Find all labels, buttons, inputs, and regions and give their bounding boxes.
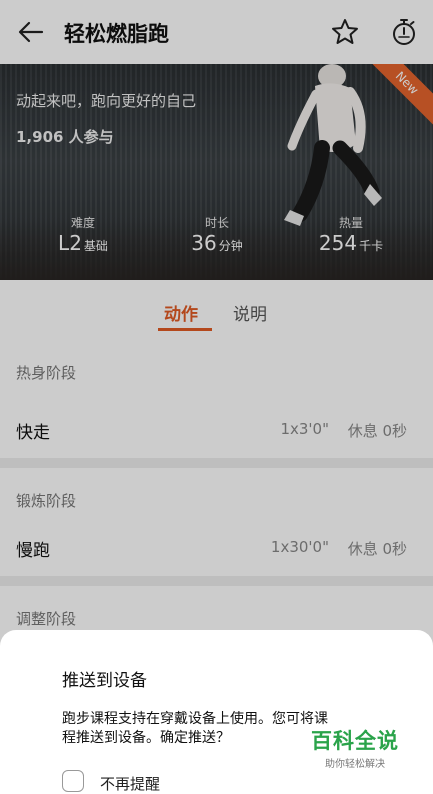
dialog-title: 推送到设备	[62, 671, 147, 691]
watermark-title: 百科全说	[311, 729, 399, 753]
dont-remind-label[interactable]: 不再提醒	[100, 773, 160, 794]
watermark-logo: 百科全说 助你轻松解决	[300, 725, 410, 770]
push-to-device-dialog: 推送到设备 跑步课程支持在穿戴设备上使用。您可将课 程推送到设备。确定推送？ 百…	[0, 630, 433, 793]
watermark-subtitle: 助你轻松解决	[325, 759, 385, 770]
dont-remind-checkbox[interactable]	[62, 770, 84, 792]
